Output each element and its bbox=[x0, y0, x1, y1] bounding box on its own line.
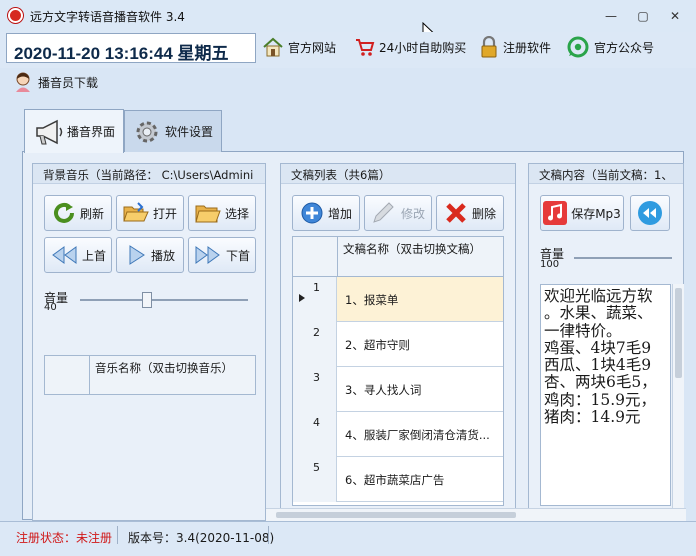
prev-track-icon bbox=[52, 246, 77, 264]
doc-row[interactable]: 5 6、超市蔬菜店广告 bbox=[293, 457, 503, 502]
play-label: 播放 bbox=[150, 248, 175, 263]
delete-x-icon bbox=[446, 203, 466, 223]
megaphone-icon bbox=[36, 119, 63, 144]
doc-row-name: 3、寻人找人词 bbox=[345, 383, 422, 397]
register-button[interactable]: 注册软件 bbox=[479, 33, 551, 61]
refresh-label: 刷新 bbox=[79, 206, 104, 221]
status-divider bbox=[117, 526, 118, 544]
doc-table-header: 文稿名称（双击切换文稿） bbox=[293, 237, 503, 277]
buy-button[interactable]: 24小时自助购买 bbox=[355, 33, 466, 61]
gear-icon bbox=[136, 121, 158, 142]
register-label: 注册软件 bbox=[503, 40, 552, 55]
restore-button[interactable]: ▢ bbox=[635, 8, 651, 24]
vertical-scrollbar-thumb[interactable] bbox=[675, 288, 682, 378]
select-button[interactable]: 选择 bbox=[188, 195, 256, 231]
folder-icon bbox=[195, 205, 221, 223]
tab-settings[interactable]: 软件设置 bbox=[124, 110, 222, 152]
music-volume-thumb[interactable] bbox=[142, 292, 152, 308]
doc-row-name: 1、报菜单 bbox=[345, 293, 399, 307]
announcer-download-label: 播音员下载 bbox=[38, 75, 99, 90]
doc-table: 文稿名称（双击切换文稿） 1 1、报菜单 2 2、超市守则 3 3、寻人找人词 … bbox=[292, 236, 504, 506]
doc-row[interactable]: 3 3、寻人找人词 bbox=[293, 367, 503, 412]
open-folder-icon bbox=[123, 202, 149, 222]
music-note-icon bbox=[543, 201, 568, 225]
tab-broadcast-label: 播音界面 bbox=[67, 125, 116, 139]
datetime-display: 2020-11-20 13:16:44 星期五 bbox=[6, 33, 256, 63]
doc-list-title: 文稿列表（共6篇） bbox=[281, 164, 515, 184]
wechat-button[interactable]: 官方公众号 bbox=[566, 33, 654, 61]
doc-row-name: 4、服装厂家倒闭清仓清货... bbox=[345, 428, 490, 442]
tab-settings-label: 软件设置 bbox=[165, 125, 214, 139]
official-site-label: 官方网站 bbox=[288, 40, 337, 55]
official-site-button[interactable]: 官方网站 bbox=[262, 33, 336, 61]
delete-doc-label: 删除 bbox=[471, 206, 496, 221]
doc-row[interactable]: 4 4、服装厂家倒闭清仓清货... bbox=[293, 412, 503, 457]
prev-track-label: 上首 bbox=[81, 248, 106, 263]
rewind-icon bbox=[638, 201, 662, 225]
music-table[interactable]: 音乐名称（双击切换音乐） bbox=[44, 355, 256, 395]
doc-row-name: 6、超市蔬菜店广告 bbox=[345, 473, 445, 487]
speech-volume-slider[interactable] bbox=[574, 257, 672, 259]
refresh-button[interactable]: 刷新 bbox=[44, 195, 112, 231]
select-label: 选择 bbox=[224, 206, 249, 221]
add-icon bbox=[301, 202, 323, 224]
play-icon bbox=[129, 245, 145, 265]
music-volume-value: 40 bbox=[44, 302, 57, 313]
play-button[interactable]: 播放 bbox=[116, 237, 184, 273]
save-mp3-label: 保存Mp3 bbox=[571, 206, 621, 221]
doc-row-name: 2、超市守则 bbox=[345, 338, 410, 352]
music-volume-slider[interactable] bbox=[80, 299, 248, 301]
doc-table-header-label: 文稿名称（双击切换文稿） bbox=[343, 242, 481, 256]
announcer-avatar-icon bbox=[16, 72, 30, 92]
announcer-download-button[interactable]: 播音员下载 bbox=[14, 68, 98, 96]
registration-status: 注册状态：未注册 bbox=[16, 531, 113, 545]
next-track-button[interactable]: 下首 bbox=[188, 237, 256, 273]
open-label: 打开 bbox=[152, 206, 177, 221]
doc-row[interactable]: 2 2、超市守则 bbox=[293, 322, 503, 367]
doc-row[interactable]: 1 1、报菜单 bbox=[293, 277, 503, 322]
window-title: 远方文字转语音播音软件 3.4 bbox=[30, 10, 185, 24]
doc-row-number: 5 bbox=[293, 457, 337, 502]
doc-row-number: 4 bbox=[293, 412, 337, 457]
refresh-icon bbox=[54, 202, 74, 223]
delete-doc-button[interactable]: 删除 bbox=[436, 195, 504, 231]
wechat-label: 官方公众号 bbox=[594, 40, 655, 55]
edit-doc-button[interactable]: 修改 bbox=[364, 195, 432, 231]
prev-track-button[interactable]: 上首 bbox=[44, 237, 112, 273]
doc-row-number: 3 bbox=[293, 367, 337, 412]
pencil-icon bbox=[373, 202, 394, 223]
lock-icon bbox=[481, 36, 497, 58]
music-table-header: 音乐名称（双击切换音乐） bbox=[95, 361, 233, 375]
doc-content-text[interactable]: 欢迎光临远方软 。水果、蔬菜、 一律特价。 鸡蛋、4块7毛9 西瓜、1块4毛9 … bbox=[540, 284, 671, 506]
cart-icon bbox=[356, 39, 375, 56]
horizontal-scrollbar[interactable] bbox=[266, 508, 686, 521]
next-track-label: 下首 bbox=[225, 248, 250, 263]
doc-content-title: 文稿内容（当前文稿：1、 bbox=[529, 164, 683, 184]
add-doc-button[interactable]: 增加 bbox=[292, 195, 360, 231]
close-button[interactable]: ✕ bbox=[667, 8, 683, 24]
horizontal-scrollbar-thumb[interactable] bbox=[276, 512, 516, 518]
buy-label: 24小时自助购买 bbox=[379, 40, 467, 55]
row-pointer-icon bbox=[299, 294, 305, 302]
speech-volume-value: 100 bbox=[540, 259, 560, 270]
version-label: 版本号：3.4(2020-11-08) bbox=[128, 531, 275, 545]
save-mp3-button[interactable]: 保存Mp3 bbox=[540, 195, 624, 231]
add-doc-label: 增加 bbox=[327, 206, 352, 221]
open-button[interactable]: 打开 bbox=[116, 195, 184, 231]
app-logo-icon bbox=[8, 8, 23, 23]
home-icon bbox=[263, 37, 283, 57]
next-track-icon bbox=[195, 246, 220, 264]
doc-row-number: 2 bbox=[293, 322, 337, 367]
bg-music-title: 背景音乐（当前路径： C:\Users\Admini bbox=[33, 164, 265, 184]
edit-doc-label: 修改 bbox=[400, 206, 425, 221]
rewind-button[interactable] bbox=[630, 195, 670, 231]
wechat-icon bbox=[567, 36, 589, 58]
minimize-button[interactable]: — bbox=[603, 8, 619, 24]
status-divider bbox=[268, 526, 269, 544]
tab-broadcast[interactable]: 播音界面 bbox=[24, 109, 124, 153]
vertical-scrollbar[interactable] bbox=[672, 284, 684, 522]
